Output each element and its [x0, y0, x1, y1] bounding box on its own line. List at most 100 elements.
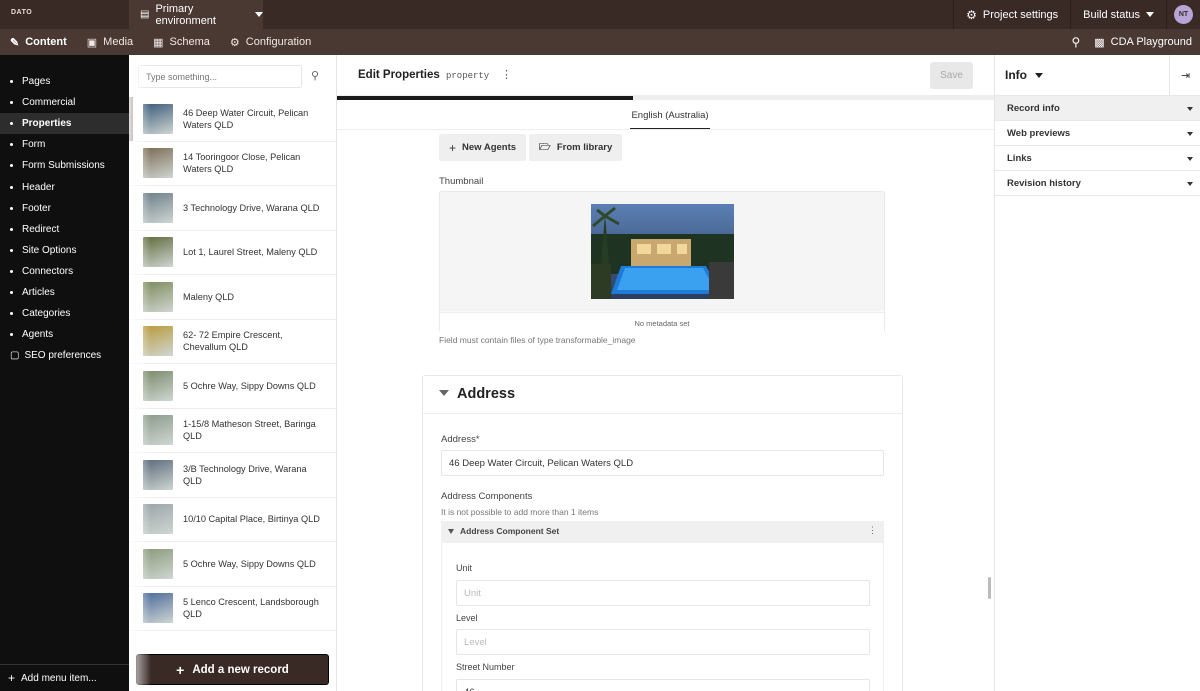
bullet-icon: [10, 312, 13, 316]
bullet-icon: [10, 290, 13, 294]
image-icon: ▣: [86, 36, 98, 49]
add-menu-item-button[interactable]: + Add menu item...: [8, 671, 97, 685]
address-components-hint: It is not possible to add more than 1 it…: [441, 507, 599, 517]
cda-playground-button[interactable]: ▩ CDA Playground: [1094, 36, 1192, 49]
sidebar-item-properties[interactable]: Properties: [0, 113, 129, 135]
level-field[interactable]: Level: [456, 629, 870, 655]
grid-icon: ▦: [153, 36, 164, 49]
record-item[interactable]: 10/10 Capital Place, Birtinya QLD: [129, 498, 337, 542]
record-item[interactable]: 3/B Technology Drive, Warana QLD: [129, 453, 337, 498]
app-logo[interactable]: DATO: [11, 9, 32, 16]
sidebar-item-seo-preferences[interactable]: ▢ SEO preferences: [0, 345, 129, 366]
bullet-icon: [10, 185, 13, 189]
progress-fill: [337, 96, 633, 100]
sidebar-item-form-submissions[interactable]: Form Submissions: [0, 155, 129, 176]
section-web-previews[interactable]: Web previews: [995, 121, 1200, 146]
sidebar-item-redirect[interactable]: Redirect: [0, 219, 129, 240]
environment-selector[interactable]: ▤ Primary environment: [129, 0, 263, 29]
record-title: 1-15/8 Matheson Street, Baringa QLD: [183, 419, 316, 442]
more-options-icon[interactable]: ⋮: [868, 525, 877, 536]
unit-label: Unit: [456, 563, 473, 573]
sidebar-item-commercial[interactable]: Commercial: [0, 92, 129, 113]
record-item[interactable]: Lot 1, Laurel Street, Maleny QLD: [129, 231, 337, 275]
section-record-info[interactable]: Record info: [995, 96, 1200, 121]
collapse-panel-icon[interactable]: ⇥: [1169, 55, 1200, 96]
search-input[interactable]: [138, 65, 302, 88]
sidebar-item-articles[interactable]: Articles: [0, 282, 129, 303]
section-revision-history[interactable]: Revision history: [995, 171, 1200, 196]
record-item[interactable]: 5 Lenco Crescent, Landsborough QLD: [129, 587, 337, 631]
scrollbar[interactable]: [988, 577, 991, 599]
record-item[interactable]: 62- 72 Empire Crescent, Chevallum QLD: [129, 320, 337, 364]
sidebar-item-agents[interactable]: Agents: [0, 324, 129, 345]
tab-label: Content: [25, 36, 67, 48]
record-item[interactable]: Maleny QLD: [129, 275, 337, 320]
info-dropdown[interactable]: Info: [1005, 68, 1043, 82]
unit-field[interactable]: Unit: [456, 580, 870, 606]
edit-icon: ✎: [10, 36, 20, 49]
search-icon[interactable]: ⚲: [1071, 35, 1080, 49]
record-item[interactable]: 14 Tooringoor Close, Pelican Waters QLD: [129, 142, 337, 186]
address-field[interactable]: 46 Deep Water Circuit, Pelican Waters QL…: [441, 450, 884, 476]
section-links[interactable]: Links: [995, 146, 1200, 171]
sidebar-item-label: Redirect: [22, 223, 60, 235]
record-title: 14 Tooringoor Close, Pelican Waters QLD: [183, 152, 301, 175]
sidebar-item-label: Connectors: [22, 265, 74, 277]
sidebar-item-footer[interactable]: Footer: [0, 198, 129, 219]
sidebar-item-header[interactable]: Header: [0, 176, 129, 197]
record-item[interactable]: 5 Ochre Way, Sippy Downs QLD: [129, 542, 337, 587]
sidebar-item-label: SEO preferences: [24, 350, 102, 362]
address-section-header[interactable]: Address: [423, 376, 902, 414]
address-component-set-header[interactable]: Address Component Set ⋮: [441, 521, 884, 543]
add-menu-label: Add menu item...: [21, 672, 97, 684]
chevron-down-icon: [1146, 12, 1154, 17]
add-record-label: Add a new record: [192, 663, 289, 676]
sidebar-item-form[interactable]: Form: [0, 134, 129, 155]
sidebar: Pages Commercial Properties Form Form Submis…: [0, 55, 129, 691]
sidebar-item-label: Form: [22, 139, 46, 151]
record-item[interactable]: 3 Technology Drive, Warana QLD: [129, 186, 337, 231]
from-library-button[interactable]: 🗁 From library: [529, 134, 623, 161]
main-nav: ✎ Content ▣ Media ▦ Schema ⚙ Configurati…: [0, 29, 1200, 55]
divider: [337, 129, 994, 130]
progress-bar: [337, 96, 994, 100]
sidebar-item-site-options[interactable]: Site Options: [0, 240, 129, 261]
chevron-down-icon: [255, 12, 263, 17]
sidebar-item-label: Footer: [22, 202, 51, 214]
environment-label: Primary environment: [155, 2, 216, 27]
more-options-icon[interactable]: ⋮: [501, 68, 512, 81]
sidebar-item-pages[interactable]: Pages: [0, 71, 129, 92]
bullet-icon: [10, 206, 13, 210]
tab-schema[interactable]: ▦ Schema: [143, 29, 220, 55]
plus-icon: +: [8, 671, 16, 685]
info-title: Info: [1005, 68, 1027, 82]
save-button[interactable]: Save: [930, 62, 973, 89]
thumbnail-hint: Field must contain files of type transfo…: [439, 335, 636, 345]
chevron-down-icon: [1035, 72, 1043, 78]
sidebar-item-categories[interactable]: Categories: [0, 303, 129, 324]
add-record-button[interactable]: + Add a new record: [136, 654, 329, 685]
bullet-icon: [10, 333, 13, 337]
address-label: Address*: [441, 434, 480, 445]
terminal-icon: ▩: [1094, 36, 1105, 49]
top-bar: DATO ▤ Primary environment ⚙ Project set…: [0, 0, 1200, 29]
street-number-field[interactable]: 46: [456, 679, 870, 691]
sidebar-item-connectors[interactable]: Connectors: [0, 261, 129, 282]
street-number-label: Street Number: [456, 662, 515, 672]
tab-configuration[interactable]: ⚙ Configuration: [220, 29, 321, 55]
address-section: Address Address* 46 Deep Water Circuit, …: [422, 375, 903, 691]
tab-media[interactable]: ▣ Media: [77, 29, 143, 55]
user-menu[interactable]: NT: [1166, 0, 1200, 29]
from-library-label: From library: [556, 142, 613, 153]
tab-content[interactable]: ✎ Content: [0, 29, 77, 55]
tab-locale[interactable]: English (Australia): [630, 104, 710, 130]
record-item[interactable]: 5 Ochre Way, Sippy Downs QLD: [129, 364, 337, 409]
search-icon[interactable]: ⚲: [311, 69, 319, 82]
record-item[interactable]: 46 Deep Water Circuit, Pelican Waters QL…: [129, 97, 337, 142]
thumbnail-image[interactable]: [591, 204, 734, 299]
new-agents-button[interactable]: + New Agents: [439, 134, 527, 161]
record-item[interactable]: 1-15/8 Matheson Street, Baringa QLD: [129, 409, 337, 453]
project-settings-button[interactable]: ⚙ Project settings: [953, 0, 1070, 29]
build-status-button[interactable]: Build status: [1070, 0, 1166, 29]
set-title: Address Component Set: [460, 526, 560, 536]
